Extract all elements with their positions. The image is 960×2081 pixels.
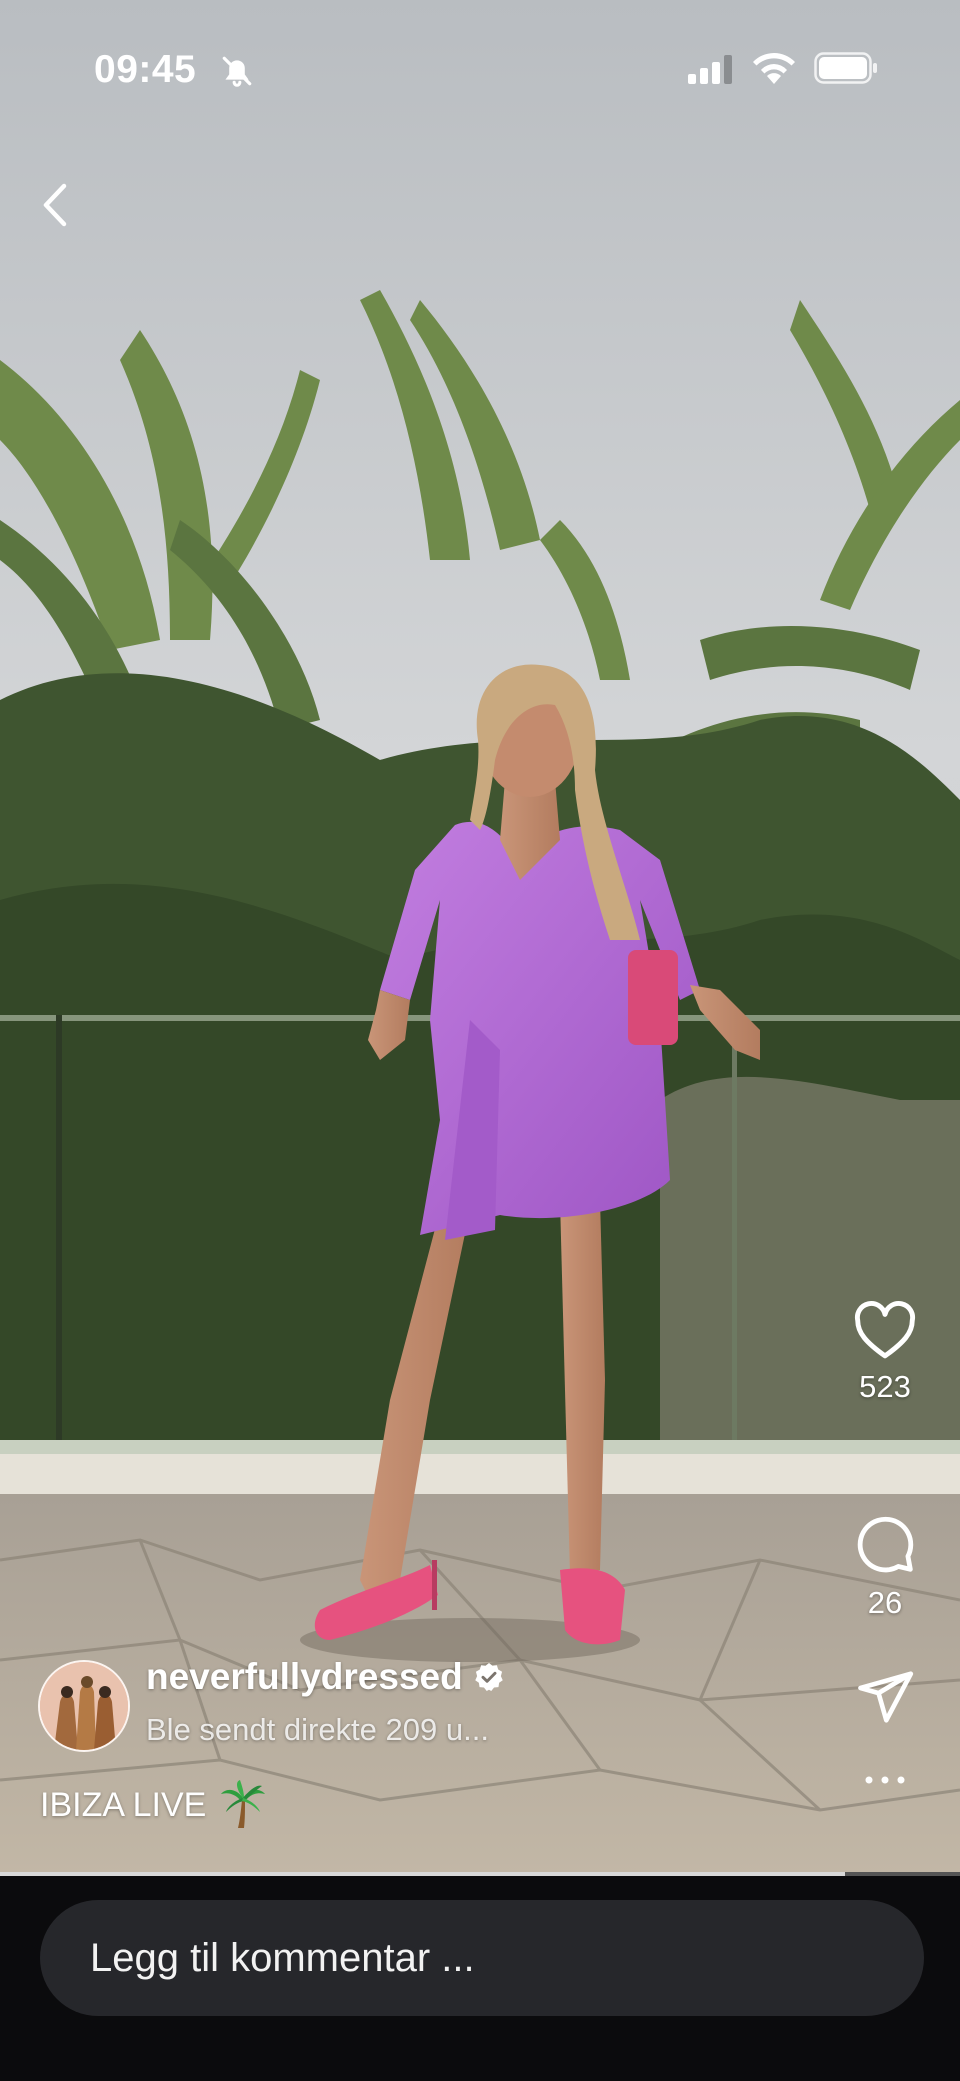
like-button[interactable]: 523 (810, 1300, 960, 1405)
post-caption[interactable]: IBIZA LIVE (40, 1780, 266, 1830)
username-text: neverfullydressed (146, 1656, 463, 1697)
verified-badge-icon (474, 1663, 503, 1691)
more-dots-icon (865, 1776, 905, 1784)
comment-input-container[interactable] (40, 1900, 924, 2016)
paper-plane-icon (858, 1671, 914, 1723)
like-count: 523 (859, 1369, 911, 1404)
status-time: 09:45 (94, 48, 197, 91)
battery-icon (814, 52, 878, 89)
avatar-image (40, 1662, 128, 1750)
comment-bubble-icon (857, 1516, 914, 1573)
comment-input[interactable] (88, 1934, 872, 1982)
reel-screen: 09:45 523 26 neverfullydressed Ble sendt… (0, 0, 960, 2081)
heart-icon (854, 1301, 916, 1359)
avatar[interactable] (38, 1660, 130, 1752)
comment-count: 26 (867, 1585, 903, 1620)
status-bar: 09:45 (0, 0, 960, 140)
post-subtitle[interactable]: Ble sendt direkte 209 u... (146, 1712, 489, 1748)
comment-button[interactable]: 26 (810, 1512, 960, 1621)
back-button[interactable] (36, 180, 76, 230)
palm-tree-icon (221, 1780, 266, 1828)
author-username[interactable]: neverfullydressed (146, 1656, 505, 1698)
caption-text: IBIZA LIVE (40, 1785, 207, 1824)
more-options-button[interactable] (810, 1772, 960, 1793)
chevron-left-icon (43, 183, 67, 227)
bell-slash-icon (220, 54, 254, 93)
share-button[interactable] (810, 1666, 960, 1733)
wifi-icon (752, 50, 796, 89)
cellular-signal-icon (688, 54, 736, 89)
comment-bar (0, 1876, 960, 2081)
